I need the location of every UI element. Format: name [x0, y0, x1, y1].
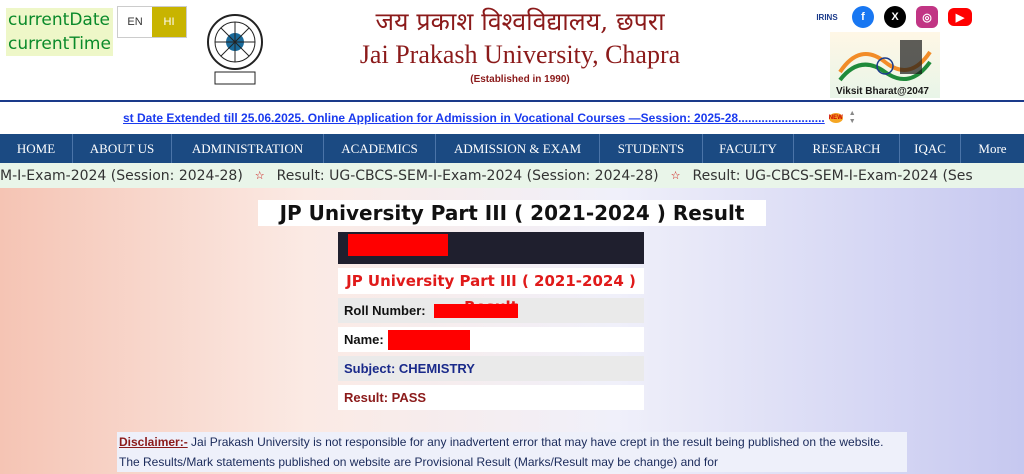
facebook-icon[interactable]: f: [852, 6, 874, 28]
youtube-icon[interactable]: ▶: [948, 8, 972, 26]
x-twitter-icon[interactable]: X: [884, 6, 906, 28]
nav-administration[interactable]: ADMINISTRATION: [172, 134, 324, 163]
nav-research[interactable]: RESEARCH: [794, 134, 900, 163]
lang-hi-button[interactable]: HI: [152, 7, 186, 37]
result-card: JP University Part III ( 2021-2024 ) Res…: [338, 232, 644, 410]
nav-iqac[interactable]: IQAC: [900, 134, 961, 163]
nav-more[interactable]: More: [961, 134, 1024, 163]
name-redacted: [387, 329, 470, 350]
news-link[interactable]: st Date Extended till 25.06.2025. Online…: [123, 111, 825, 125]
roll-number-label: Roll Number:: [344, 303, 426, 318]
nav-students[interactable]: STUDENTS: [600, 134, 703, 163]
nav-faculty[interactable]: FACULTY: [703, 134, 794, 163]
new-badge: NEW: [828, 113, 843, 123]
established-year: (Established in 1990): [470, 74, 570, 85]
subject-value: Subject: CHEMISTRY: [344, 361, 475, 376]
instagram-icon[interactable]: ◎: [916, 6, 938, 28]
name-label: Name:: [344, 332, 384, 347]
irins-icon[interactable]: IRINS: [812, 6, 842, 28]
disclaimer-text: Jai Prakash University is not responsibl…: [119, 435, 884, 469]
viksit-bharat-label: Viksit Bharat@2047: [836, 86, 929, 97]
disclaimer: Disclaimer:- Jai Prakash University is n…: [117, 432, 907, 472]
scroll-arrows-icon[interactable]: ▲ ▼: [849, 110, 856, 126]
current-date: currentDate: [8, 10, 110, 30]
result-ticker: M-I-Exam-2024 (Session: 2024-28) ☆ Resul…: [0, 163, 1024, 188]
subject-row: Subject: CHEMISTRY: [338, 356, 644, 381]
nav-home[interactable]: HOME: [0, 134, 73, 163]
university-title-hindi: जय प्रकाश विश्वविद्यालय, छपरा: [375, 7, 665, 36]
language-switch: EN HI: [117, 6, 187, 38]
university-title-english: Jai Prakash University, Chapra: [359, 40, 681, 69]
redacted-block: [348, 234, 448, 256]
social-links: IRINS f X ◎ ▶: [812, 6, 972, 28]
ticker-item[interactable]: Result: UG-CBCS-SEM-I-Exam-2024 (Session…: [277, 168, 659, 184]
name-row: Name:: [338, 327, 644, 352]
nav-academics[interactable]: ACADEMICS: [324, 134, 436, 163]
roll-number-redacted: [433, 303, 518, 318]
ticker-item[interactable]: Result: UG-CBCS-SEM-I-Exam-2024 (Ses: [693, 168, 973, 184]
lang-en-button[interactable]: EN: [118, 7, 152, 37]
result-card-header: [338, 232, 644, 264]
nav-about-us[interactable]: ABOUT US: [73, 134, 172, 163]
result-row: Result: PASS: [338, 385, 644, 410]
ticker-item[interactable]: M-I-Exam-2024 (Session: 2024-28): [0, 168, 243, 184]
star-icon: ☆: [670, 169, 681, 182]
main-navigation: HOME ABOUT US ADMINISTRATION ACADEMICS A…: [0, 134, 1024, 163]
date-time-widget: currentDate currentTime: [6, 8, 113, 56]
star-icon: ☆: [254, 169, 265, 182]
result-value: Result: PASS: [344, 390, 427, 405]
main-content: JP University Part III ( 2021-2024 ) Res…: [0, 188, 1024, 474]
result-card-title: JP University Part III ( 2021-2024 ) Res…: [338, 268, 644, 316]
disclaimer-label: Disclaimer:-: [119, 435, 188, 449]
site-header: currentDate currentTime EN HI जय प्रकाश …: [0, 0, 1024, 100]
news-marquee: st Date Extended till 25.06.2025. Online…: [0, 100, 1024, 134]
page-title: JP University Part III ( 2021-2024 ) Res…: [258, 200, 766, 226]
nav-admission-exam[interactable]: ADMISSION & EXAM: [436, 134, 600, 163]
university-logo[interactable]: [205, 12, 265, 88]
current-time: currentTime: [8, 34, 111, 54]
